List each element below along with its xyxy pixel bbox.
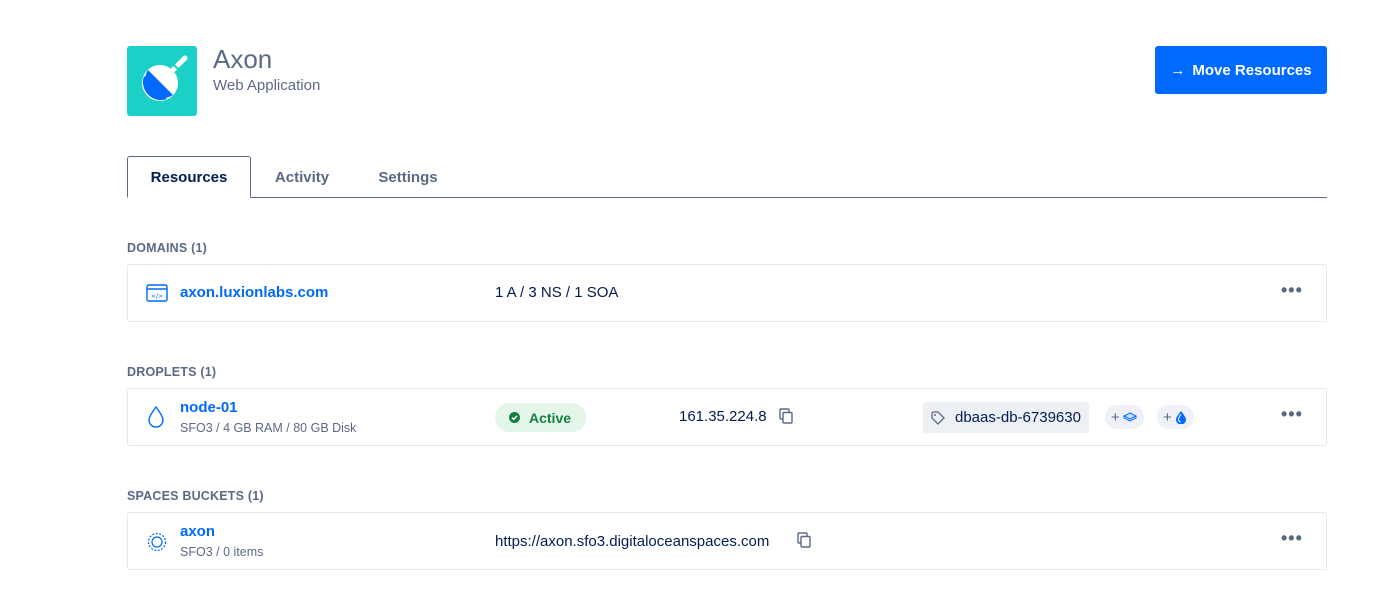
project-icon <box>127 46 197 116</box>
spaces-section-title: SPACES BUCKETS (1) <box>127 489 264 503</box>
status-label: Active <box>529 409 572 426</box>
volume-icon <box>1122 412 1137 422</box>
svg-text:</>: </> <box>151 293 163 300</box>
move-resources-button[interactable]: → Move Resources <box>1155 46 1327 94</box>
add-backup-button[interactable]: + <box>1157 405 1194 429</box>
project-type: Web Application <box>213 77 321 94</box>
tag-label: dbaas-db-6739630 <box>955 409 1081 426</box>
domain-name-link[interactable]: axon.luxionlabs.com <box>180 284 328 301</box>
tab-settings[interactable]: Settings <box>366 156 450 198</box>
status-badge: Active <box>495 403 587 432</box>
droplet-name-link[interactable]: node-01 <box>180 399 238 416</box>
plus-icon: + <box>1111 408 1120 426</box>
spaces-icon <box>147 532 167 557</box>
spaces-row: axon SFO3 / 0 items https://axon.sfo3.di… <box>127 512 1327 570</box>
droplet-more-menu[interactable]: ••• <box>1281 404 1303 425</box>
domain-icon: </> <box>146 284 168 307</box>
bucket-url: https://axon.sfo3.digitaloceanspaces.com <box>495 533 770 550</box>
copy-url-icon[interactable] <box>797 532 811 553</box>
arrow-right-icon: → <box>1170 61 1186 79</box>
move-resources-label: Move Resources <box>1192 61 1312 79</box>
bucket-name-link[interactable]: axon <box>180 523 215 540</box>
add-volume-button[interactable]: + <box>1105 405 1144 429</box>
check-circle-icon <box>509 412 520 423</box>
tab-resources[interactable]: Resources <box>127 156 251 198</box>
bucket-more-menu[interactable]: ••• <box>1281 528 1303 549</box>
droplet-icon <box>147 405 165 433</box>
project-title: Axon <box>213 44 273 74</box>
droplet-row: node-01 SFO3 / 4 GB RAM / 80 GB Disk Act… <box>127 388 1327 446</box>
domain-row: </> axon.luxionlabs.com 1 A / 3 NS / 1 S… <box>127 264 1327 322</box>
copy-ip-icon[interactable] <box>779 408 793 429</box>
bucket-meta: SFO3 / 0 items <box>180 545 264 559</box>
droplets-section-title: DROPLETS (1) <box>127 365 217 379</box>
plus-icon: + <box>1163 408 1172 426</box>
tab-activity[interactable]: Activity <box>264 156 340 198</box>
droplet-specs: SFO3 / 4 GB RAM / 80 GB Disk <box>180 421 357 435</box>
domains-section-title: DOMAINS (1) <box>127 241 207 255</box>
tag-icon <box>931 410 945 425</box>
domain-records: 1 A / 3 NS / 1 SOA <box>495 284 619 301</box>
droplet-fill-icon <box>1175 411 1186 424</box>
droplet-tag[interactable]: dbaas-db-6739630 <box>923 402 1089 433</box>
domain-more-menu[interactable]: ••• <box>1281 280 1303 301</box>
droplet-ip: 161.35.224.8 <box>679 408 767 425</box>
